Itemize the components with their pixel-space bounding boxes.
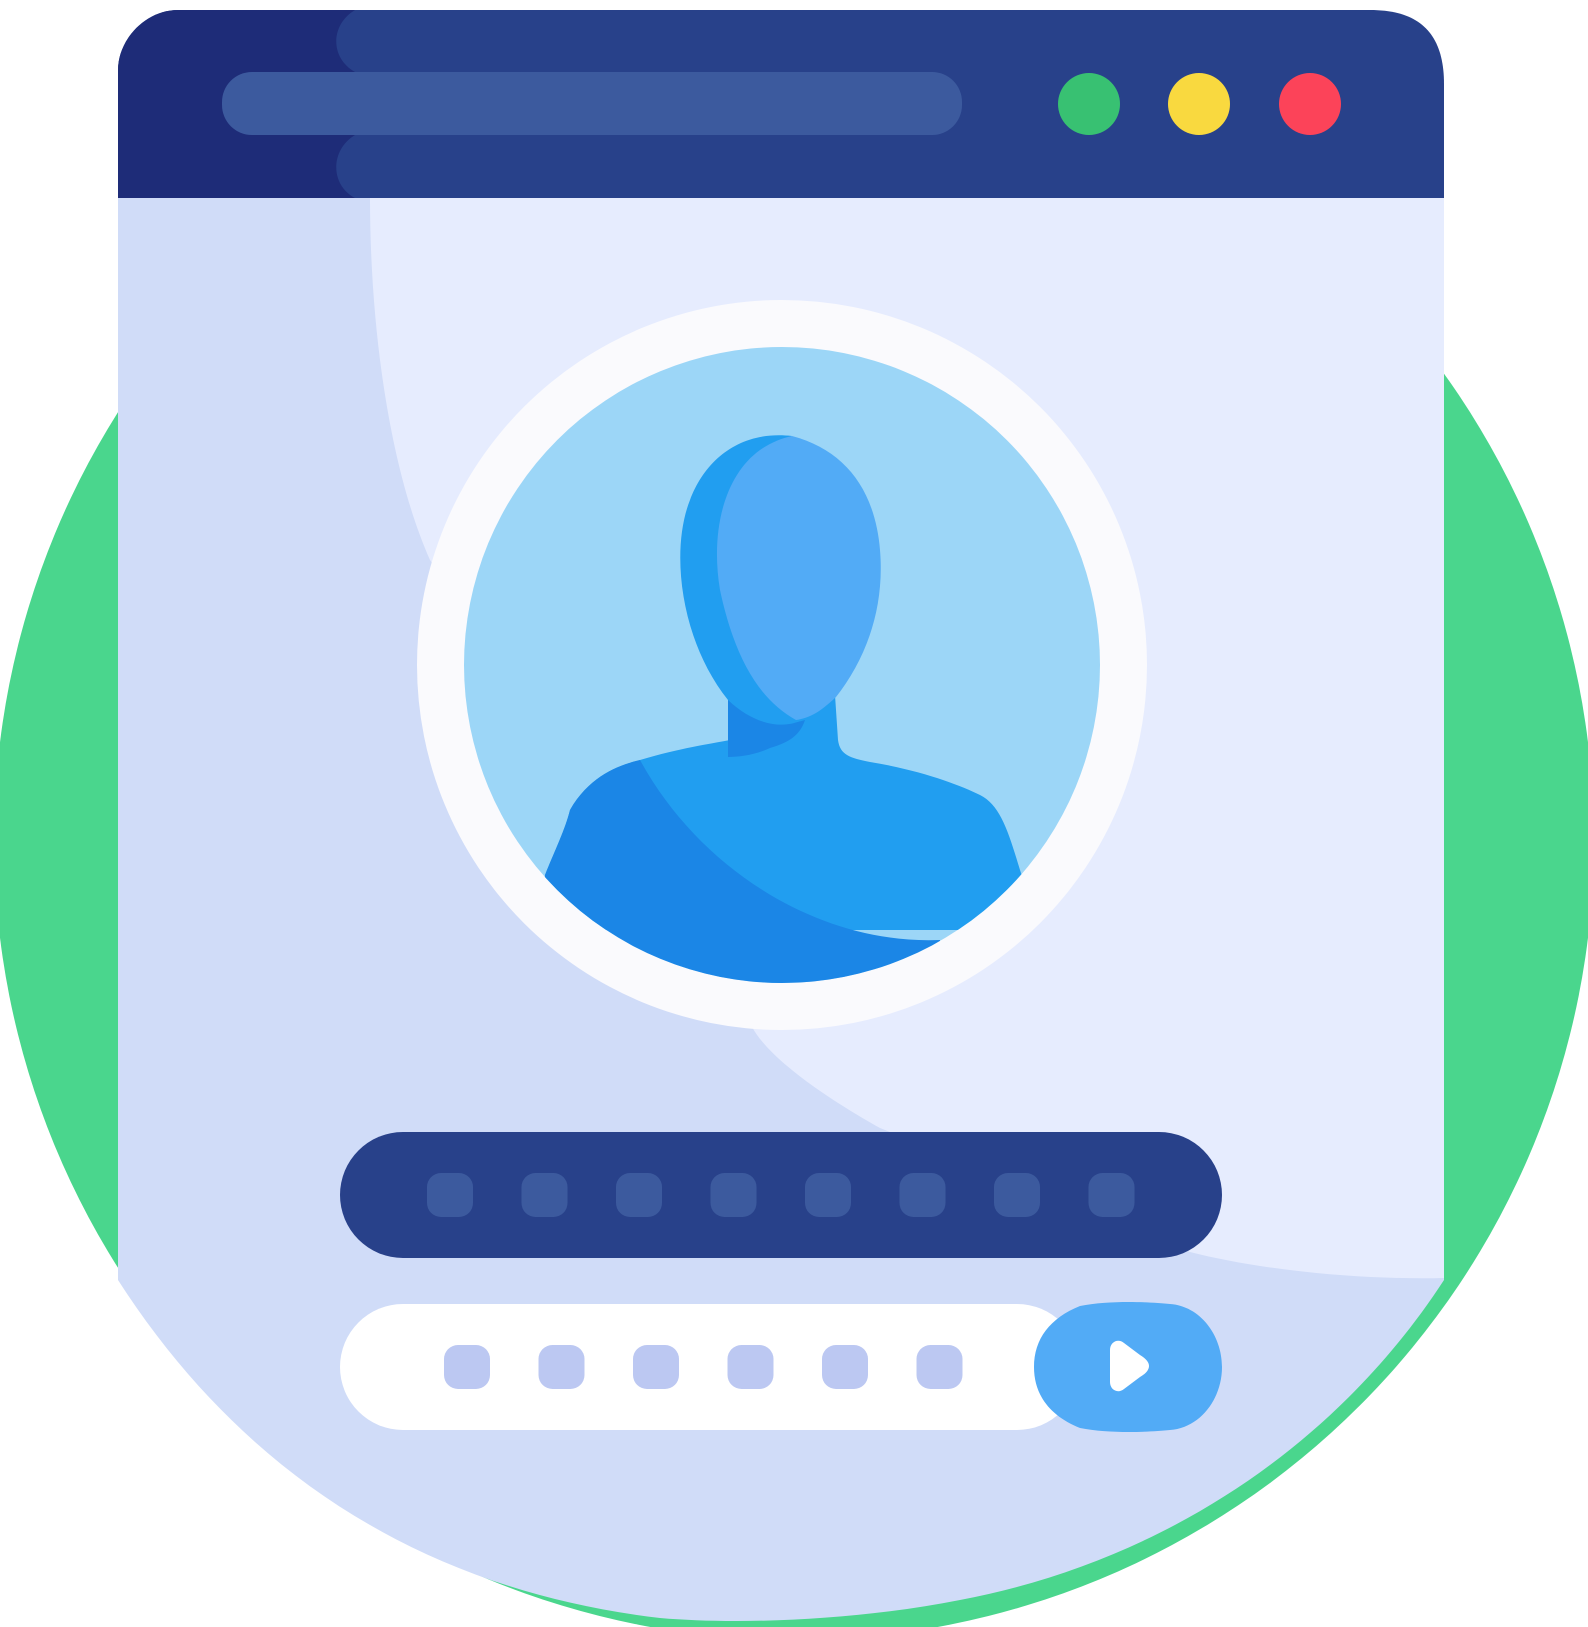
password-field[interactable] bbox=[340, 1132, 1222, 1258]
window-minimize-button[interactable] bbox=[1058, 73, 1120, 135]
input-mask-dot bbox=[538, 1345, 585, 1389]
login-illustration bbox=[0, 10, 1588, 1627]
input-mask-dot bbox=[916, 1345, 963, 1389]
input-mask-dot bbox=[633, 1345, 679, 1389]
input-mask-dot bbox=[444, 1345, 490, 1389]
profile-avatar bbox=[417, 300, 1147, 1030]
password-mask-dot bbox=[805, 1173, 851, 1217]
password-mask-dot bbox=[521, 1173, 568, 1217]
window-maximize-button[interactable] bbox=[1168, 73, 1230, 135]
input-mask-dot bbox=[822, 1345, 868, 1389]
address-bar[interactable] bbox=[222, 72, 962, 135]
password-mask-dot bbox=[710, 1173, 757, 1217]
password-mask-dot bbox=[899, 1173, 946, 1217]
input-mask-dot bbox=[727, 1345, 774, 1389]
password-mask-dot bbox=[427, 1173, 473, 1217]
login-input-field[interactable] bbox=[340, 1302, 1222, 1432]
password-mask-dot bbox=[1088, 1173, 1135, 1217]
window-close-button[interactable] bbox=[1279, 73, 1341, 135]
password-mask-dot bbox=[994, 1173, 1040, 1217]
password-mask-dot bbox=[616, 1173, 662, 1217]
